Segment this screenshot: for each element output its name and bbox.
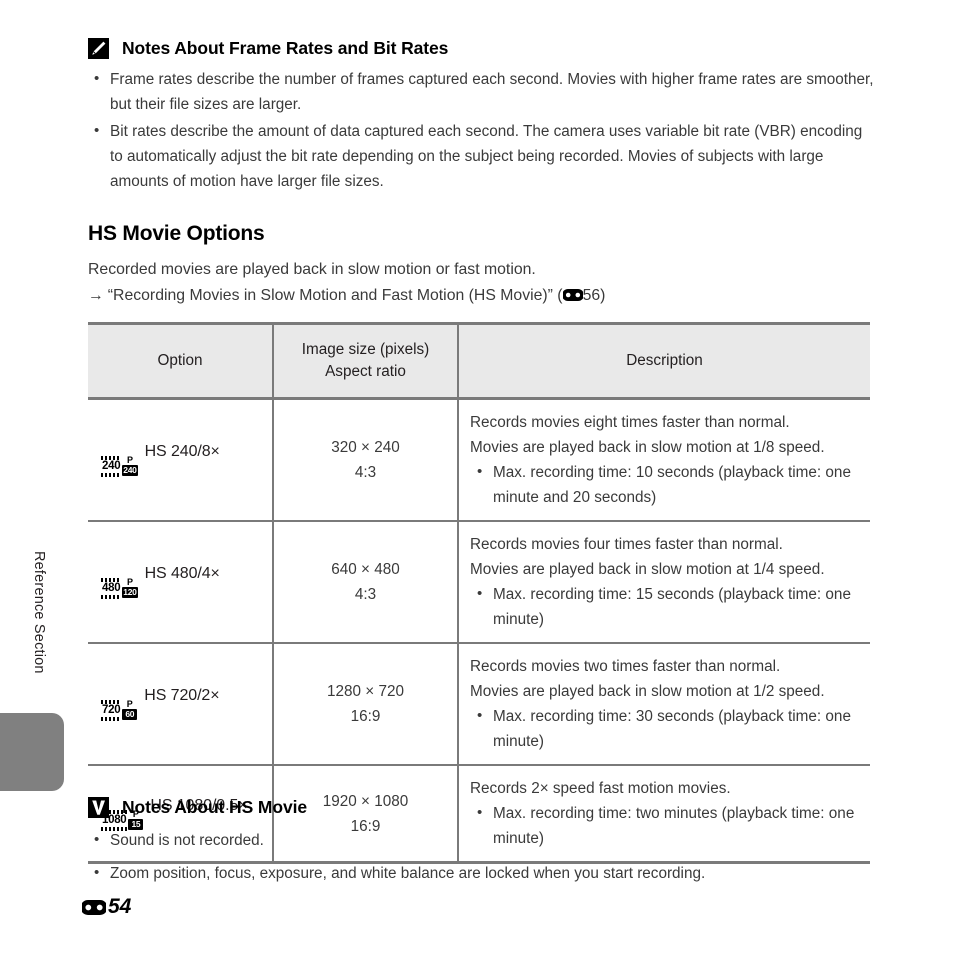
column-header-image-size-line1: Image size (pixels) (301, 341, 430, 358)
list-item: Sound is not recorded. (88, 827, 878, 853)
movie-icon-progressive: P (126, 577, 133, 587)
hs-720-movie-mode-icon: 720 P 60 (101, 699, 138, 721)
note-frame-rates-title: Notes About Frame Rates and Bit Rates (122, 38, 449, 58)
movie-icon-progressive: P (126, 455, 133, 465)
cross-reference-close: ) (600, 287, 606, 304)
note-hs-movie-list: Sound is not recorded. Zoom position, fo… (88, 827, 878, 886)
description-line: Movies are played back in slow motion at… (470, 561, 825, 578)
warning-check-icon (88, 797, 109, 818)
column-header-image-size-line2: Aspect ratio (325, 363, 406, 380)
cell-image-size: 320 × 240 4:3 (272, 398, 459, 522)
cell-description: Records movies eight times faster than n… (458, 398, 870, 522)
side-tab-marker (0, 713, 64, 791)
note-hs-movie-header: Notes About HS Movie (88, 797, 878, 818)
page-number: 54 (108, 895, 132, 918)
section-intro: Recorded movies are played back in slow … (88, 261, 536, 278)
list-item: Max. recording time: 15 seconds (playbac… (470, 581, 864, 632)
cell-image-size: 640 × 480 4:3 (272, 521, 459, 644)
description-line: Records movies two times faster than nor… (470, 658, 781, 675)
arrow-right-icon: → (88, 287, 104, 304)
option-label: HS 240/8× (144, 443, 220, 460)
image-size-value: 640 × 480 (331, 561, 400, 578)
hs-480-movie-mode-icon: 480 P 120 (101, 578, 138, 599)
cross-reference-text: “Recording Movies in Slow Motion and Fas… (107, 287, 563, 304)
page-footer: 54 (82, 895, 131, 919)
movie-icon-resolution: 720 (102, 704, 121, 716)
page-title: HS Movie Options (88, 222, 265, 245)
hs-240-movie-mode-icon: 240 P 240 (101, 456, 138, 477)
e-reference-icon (562, 289, 583, 301)
list-item: Max. recording time: 30 seconds (playbac… (470, 703, 864, 754)
table-row: 240 P 240 HS 240/8× 320 × 240 4:3 Record… (88, 398, 870, 522)
note-hs-movie-title: Notes About HS Movie (122, 797, 307, 817)
description-bullets: Max. recording time: 10 seconds (playbac… (470, 459, 864, 510)
description-line: Records movies four times faster than no… (470, 536, 783, 553)
table-row: 720 P 60 HS 720/2× 1280 × 720 16:9 Recor… (88, 643, 870, 766)
aspect-ratio-value: 4:3 (354, 464, 377, 481)
hs-movie-options-table-wrap: Option Image size (pixels) Aspect ratio … (88, 322, 870, 864)
table-header-row: Option Image size (pixels) Aspect ratio … (88, 322, 870, 400)
movie-icon-resolution: 240 (102, 460, 121, 472)
cell-option: 480 P 120 HS 480/4× (88, 521, 273, 644)
option-label: HS 480/4× (144, 565, 220, 582)
image-size-value: 320 × 240 (331, 439, 400, 456)
column-header-option: Option (88, 322, 273, 400)
option-label: HS 720/2× (144, 687, 220, 704)
cross-reference-page: 56 (582, 287, 601, 304)
aspect-ratio-value: 4:3 (354, 586, 377, 603)
column-header-image-size: Image size (pixels) Aspect ratio (272, 322, 459, 400)
description-bullets: Max. recording time: 30 seconds (playbac… (470, 703, 864, 754)
cell-option: 720 P 60 HS 720/2× (88, 643, 273, 766)
cell-option: 240 P 240 HS 240/8× (88, 398, 273, 522)
e-reference-icon (82, 899, 106, 915)
description-line: Records movies eight times faster than n… (470, 414, 790, 431)
aspect-ratio-value: 16:9 (350, 708, 381, 725)
note-frame-rates-header: Notes About Frame Rates and Bit Rates (88, 38, 878, 59)
movie-icon-progressive: P (126, 699, 133, 709)
page-content: Notes About Frame Rates and Bit Rates Fr… (88, 0, 878, 954)
cell-description: Records movies four times faster than no… (458, 521, 870, 644)
description-line: Movies are played back in slow motion at… (470, 683, 825, 700)
column-header-description: Description (458, 322, 870, 400)
movie-icon-resolution: 480 (102, 582, 121, 594)
movie-icon-fps: 240 (122, 465, 138, 476)
hs-movie-options-table: Option Image size (pixels) Aspect ratio … (88, 322, 870, 864)
note-hs-movie: Notes About HS Movie Sound is not record… (88, 797, 878, 888)
description-line: Movies are played back in slow motion at… (470, 439, 825, 456)
pencil-note-icon (88, 38, 109, 59)
cross-reference: → “Recording Movies in Slow Motion and Fa… (88, 283, 878, 309)
table-row: 480 P 120 HS 480/4× 640 × 480 4:3 Record… (88, 521, 870, 644)
note-frame-rates-list: Frame rates describe the number of frame… (88, 66, 878, 194)
list-item: Bit rates describe the amount of data ca… (88, 118, 878, 194)
movie-icon-fps: 120 (122, 587, 138, 598)
side-tab-label: Reference Section (31, 550, 47, 674)
cell-image-size: 1280 × 720 16:9 (272, 643, 459, 766)
movie-icon-fps: 60 (122, 709, 138, 720)
note-frame-rates: Notes About Frame Rates and Bit Rates Fr… (88, 38, 878, 196)
description-bullets: Max. recording time: 15 seconds (playbac… (470, 581, 864, 632)
cell-description: Records movies two times faster than nor… (458, 643, 870, 766)
list-item: Frame rates describe the number of frame… (88, 66, 878, 117)
image-size-value: 1280 × 720 (327, 683, 404, 700)
list-item: Max. recording time: 10 seconds (playbac… (470, 459, 864, 510)
list-item: Zoom position, focus, exposure, and whit… (88, 860, 878, 886)
